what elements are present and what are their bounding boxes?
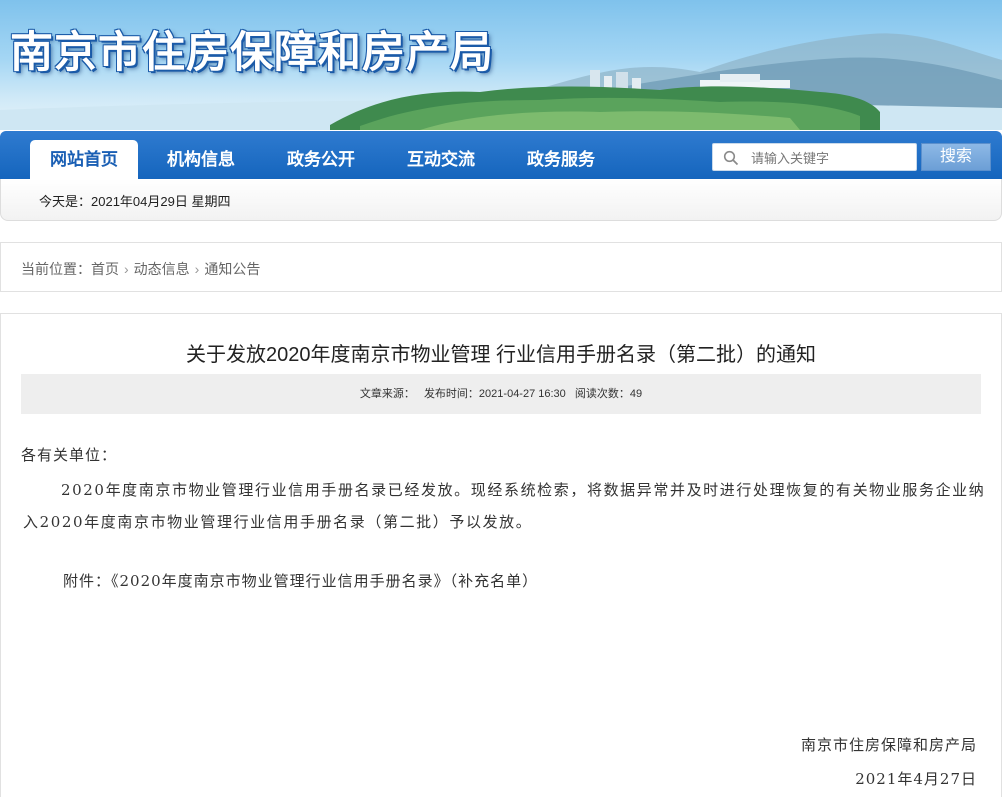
nav-item-services[interactable]: 政务服务 <box>527 140 595 179</box>
search-input[interactable] <box>751 148 911 168</box>
signature-org: 南京市住房保障和房产局 <box>800 736 977 754</box>
breadcrumb-bar: 当前位置：首页 › 动态信息 › 通知公告 <box>0 242 1002 292</box>
meta-reads: 阅读次数：49 <box>574 388 643 400</box>
site-title: 南京市住房保障和房产局 <box>10 28 494 78</box>
article-meta: 文章来源： 发布时间：2021-04-27 16:30 阅读次数：49 <box>21 374 981 414</box>
article-attachment[interactable]: 附件：《2020年度南京市物业管理行业信用手册名录》（补充名单） <box>63 570 538 591</box>
search-box[interactable] <box>712 143 917 171</box>
search-icon <box>723 150 739 166</box>
signature-date: 2021年4月27日 <box>855 770 977 788</box>
breadcrumb-home[interactable]: 首页 <box>91 259 119 279</box>
today-date: 今天是：2021年04月29日 星期四 <box>39 194 231 209</box>
breadcrumb-news[interactable]: 动态信息 <box>134 259 190 279</box>
nav-item-home[interactable]: 网站首页 <box>30 140 138 179</box>
article-title: 关于发放2020年度南京市物业管理 行业信用手册名录（第二批）的通知 <box>185 344 817 366</box>
article-greeting: 各有关单位： <box>21 446 118 464</box>
breadcrumb-prefix: 当前位置： <box>21 261 91 277</box>
breadcrumb: 当前位置：首页 › 动态信息 › 通知公告 <box>21 259 260 279</box>
article: 关于发放2020年度南京市物业管理 行业信用手册名录（第二批）的通知 文章来源：… <box>0 313 1002 797</box>
meta-published: 发布时间：2021-04-27 16:30 <box>423 388 566 400</box>
search-button[interactable]: 搜索 <box>921 143 991 171</box>
header-banner: 南京市住房保障和房产局 <box>0 0 1002 130</box>
chevron-right-icon: › <box>194 261 200 277</box>
article-paragraph: 2020年度南京市物业管理行业信用手册名录已经发放。现经系统检索，将数据异常并及… <box>23 481 986 531</box>
date-bar: 今天是：2021年04月29日 星期四 <box>0 179 1002 221</box>
meta-source: 文章来源： <box>359 388 415 400</box>
nav-item-organization[interactable]: 机构信息 <box>167 140 235 179</box>
breadcrumb-notices[interactable]: 通知公告 <box>204 259 260 279</box>
chevron-right-icon: › <box>124 261 129 277</box>
nav-item-interaction[interactable]: 互动交流 <box>407 140 475 179</box>
nav-item-government-affairs[interactable]: 政务公开 <box>287 140 355 179</box>
